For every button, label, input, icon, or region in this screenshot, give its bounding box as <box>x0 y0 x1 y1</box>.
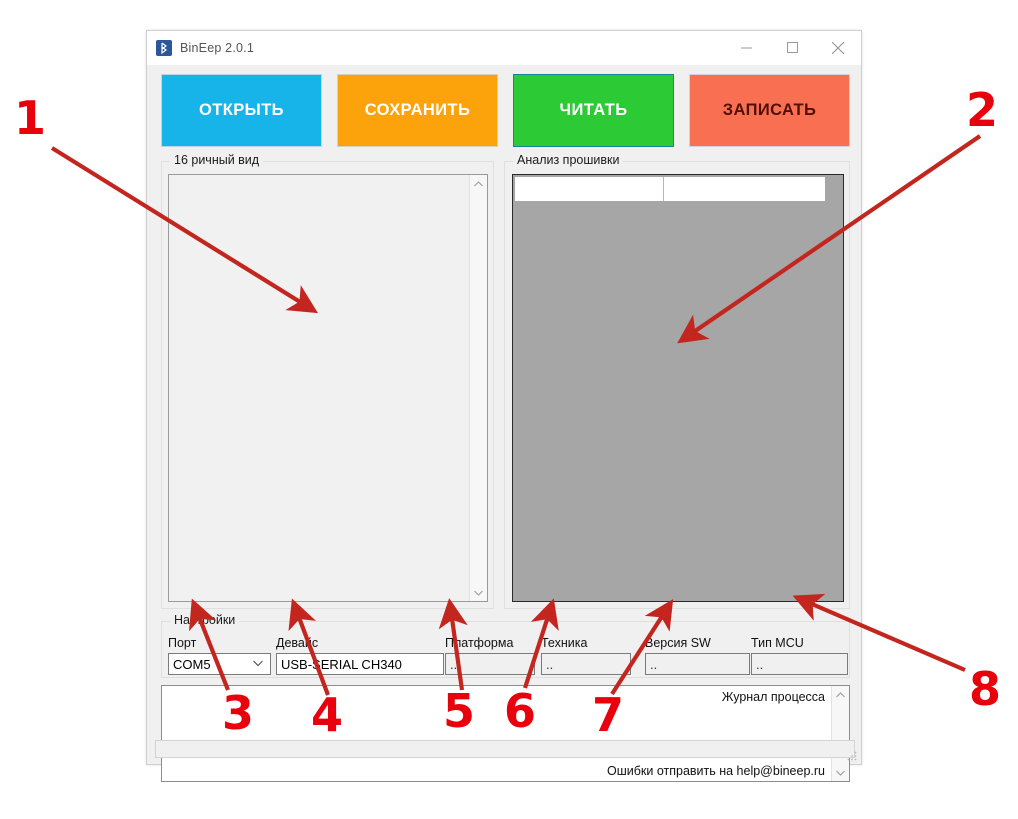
status-bar <box>155 740 855 758</box>
platform-label: Платформа <box>445 636 514 650</box>
client-area: ОТКРЫТЬ СОХРАНИТЬ ЧИТАТЬ ЗАПИСАТЬ 16 рич… <box>147 65 861 782</box>
annotation-marker-1: 1 <box>14 91 47 145</box>
open-button[interactable]: ОТКРЫТЬ <box>161 74 322 147</box>
process-log-scrollbar[interactable] <box>831 686 849 781</box>
close-button[interactable] <box>815 31 861 64</box>
process-log-body[interactable]: Журнал процесса Ошибки отправить на help… <box>162 686 831 781</box>
write-button[interactable]: ЗАПИСАТЬ <box>689 74 850 147</box>
scroll-up-icon[interactable] <box>470 175 487 192</box>
technique-value: .. <box>546 656 554 672</box>
process-log-title: Журнал процесса <box>721 690 825 704</box>
device-label: Девайс <box>276 636 319 650</box>
settings-fields: Порт COM5 Девайс USB-SERIAL CH340 Платфо… <box>162 622 849 677</box>
save-button[interactable]: СОХРАНИТЬ <box>337 74 498 147</box>
technique-label: Техника <box>541 636 588 650</box>
device-field-wrap: Девайс USB-SERIAL CH340 <box>276 636 444 675</box>
scroll-down-icon[interactable] <box>470 584 487 601</box>
annotation-marker-8: 8 <box>969 662 1002 716</box>
device-field[interactable]: USB-SERIAL CH340 <box>276 653 444 675</box>
hex-view-content[interactable] <box>169 175 469 601</box>
window-controls <box>723 31 861 64</box>
port-field[interactable]: COM5 <box>168 653 271 675</box>
technique-field-wrap: Техника .. <box>541 636 631 675</box>
minimize-button[interactable] <box>723 31 769 64</box>
sw-version-value: .. <box>650 656 658 672</box>
column-header-2[interactable] <box>664 177 825 201</box>
column-header-1[interactable] <box>515 177 664 201</box>
maximize-button[interactable] <box>769 31 815 64</box>
platform-field-wrap: Платформа .. <box>445 636 535 675</box>
platform-value: .. <box>450 656 458 672</box>
annotation-marker-2: 2 <box>966 83 999 137</box>
process-log-footer: Ошибки отправить на help@bineep.ru <box>607 764 825 778</box>
resize-grip-icon[interactable] <box>846 749 858 761</box>
title-bar: BinEep 2.0.1 <box>147 31 861 66</box>
window-title: BinEep 2.0.1 <box>180 41 254 55</box>
sw-version-label: Версия SW <box>645 636 711 650</box>
port-label: Порт <box>168 636 197 650</box>
hex-view-textarea[interactable] <box>168 174 488 602</box>
sw-version-field-wrap: Версия SW .. <box>645 636 750 675</box>
hex-view-group-label: 16 ричный вид <box>170 153 264 167</box>
action-button-row: ОТКРЫТЬ СОХРАНИТЬ ЧИТАТЬ ЗАПИСАТЬ <box>161 74 850 147</box>
port-value: COM5 <box>173 656 211 672</box>
scroll-down-icon[interactable] <box>832 764 849 781</box>
mcu-type-field-wrap: Тип MCU .. <box>751 636 848 675</box>
hex-view-scrollbar[interactable] <box>469 175 487 601</box>
settings-group: Настройки Порт COM5 Девайс USB-SERIAL CH… <box>161 613 850 678</box>
mcu-type-value: .. <box>756 656 764 672</box>
platform-field[interactable]: .. <box>445 653 535 675</box>
chevron-down-icon <box>253 659 268 669</box>
firmware-analysis-header <box>515 177 825 201</box>
read-button[interactable]: ЧИТАТЬ <box>513 74 674 147</box>
mcu-type-field[interactable]: .. <box>751 653 848 675</box>
technique-field[interactable]: .. <box>541 653 631 675</box>
sw-version-field[interactable]: .. <box>645 653 750 675</box>
firmware-analysis-group: Анализ прошивки <box>504 153 850 609</box>
port-field-wrap: Порт COM5 <box>168 636 271 675</box>
firmware-analysis-list[interactable] <box>512 174 844 602</box>
application-window: BinEep 2.0.1 ОТКРЫТЬ СОХРАНИТЬ ЧИТАТЬ ЗА… <box>146 30 862 782</box>
mcu-type-label: Тип MCU <box>751 636 804 650</box>
bluetooth-icon <box>156 40 172 56</box>
scroll-up-icon[interactable] <box>832 686 849 703</box>
hex-view-group: 16 ричный вид <box>161 153 494 609</box>
firmware-analysis-group-label: Анализ прошивки <box>513 153 624 167</box>
process-log-panel[interactable]: Журнал процесса Ошибки отправить на help… <box>161 685 850 782</box>
device-value: USB-SERIAL CH340 <box>281 656 402 672</box>
